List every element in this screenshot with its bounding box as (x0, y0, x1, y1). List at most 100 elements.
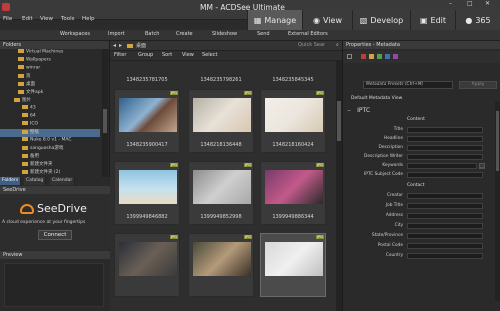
folder-icon (22, 121, 28, 125)
folder-icon (22, 113, 28, 117)
menu-help[interactable]: Help (82, 16, 95, 22)
folder-item[interactable]: 43 (0, 105, 100, 113)
address-field[interactable] (407, 213, 483, 219)
scroll-thumb[interactable] (496, 111, 499, 171)
toolbar-batch[interactable]: Batch (145, 31, 159, 37)
folder-item-selected[interactable]: 壁纸 (0, 129, 100, 137)
minimize-button[interactable]: – (449, 0, 452, 7)
city-field[interactable] (407, 223, 483, 229)
folder-item[interactable]: 备用 (0, 153, 100, 161)
toolbar-workspaces[interactable]: Workspaces (60, 31, 90, 37)
view-menu[interactable]: View (182, 52, 194, 58)
thumbnail[interactable]: JPG 1348218160424 (260, 89, 326, 153)
preview-panel-title: Preview (0, 251, 110, 259)
forward-arrow-icon[interactable]: ▸ (119, 42, 122, 49)
back-arrow-icon[interactable]: ◂ (113, 42, 116, 49)
keywords-field[interactable] (407, 163, 477, 169)
connect-button[interactable]: Connect (38, 230, 72, 240)
thumbnail[interactable]: JPG (260, 233, 326, 297)
mode-365[interactable]: ● 365 (455, 10, 500, 30)
state-province-field[interactable] (407, 233, 483, 239)
postal-code-field[interactable] (407, 243, 483, 249)
scroll-thumb[interactable] (337, 101, 341, 141)
folder-item[interactable]: 文件apk (0, 89, 100, 97)
thumb-caption: 1399949846882 (126, 214, 168, 220)
folder-item[interactable]: Virtual Machines (0, 49, 100, 57)
mode-bar: ▦ Manage ◉ View ▧ Develop ▣ Edit ● 365 (247, 10, 500, 30)
folder-item[interactable]: ICO (0, 121, 100, 129)
iptc-section-header[interactable]: − IPTC (347, 107, 497, 115)
thumbnail[interactable]: JPG (114, 233, 180, 297)
mode-view[interactable]: ◉ View (302, 10, 352, 30)
apply-button[interactable]: Apply (459, 81, 497, 89)
tab-catalog[interactable]: Catalog (24, 177, 47, 185)
cloud-365-icon: ● (465, 15, 473, 25)
field-label: Title (393, 127, 403, 132)
metadata-view-select[interactable]: Default Metadata View (351, 96, 402, 101)
mode-manage[interactable]: ▦ Manage (247, 10, 302, 30)
tab-folders[interactable]: Folders (0, 177, 22, 185)
tab-calendar[interactable]: Calendar (50, 177, 76, 185)
path-breadcrumb[interactable]: 桌面 (136, 42, 146, 49)
search-input[interactable]: Quick Sear (298, 42, 338, 48)
color-label-icon[interactable] (377, 54, 382, 59)
close-button[interactable]: ✕ (485, 0, 490, 7)
toolbar-send[interactable]: Send (257, 31, 270, 37)
thumbnail[interactable]: JPG 1399949886344 (260, 161, 326, 225)
toolbar-slideshow[interactable]: Slideshow (212, 31, 237, 37)
menu-tools[interactable]: Tools (61, 16, 75, 22)
toolbar-external-editors[interactable]: External Editors (288, 31, 328, 37)
folder-item[interactable]: 新建文件夹 (2) (0, 169, 100, 177)
country-field[interactable] (407, 253, 483, 259)
folder-item[interactable]: winrar (0, 65, 100, 73)
thumbnail[interactable]: JPG 1399949846882 (114, 161, 180, 225)
filter-menu[interactable]: Filter (114, 52, 126, 58)
window-controls: – □ ✕ (446, 0, 500, 10)
maximize-button[interactable]: □ (467, 0, 473, 7)
creator-field[interactable] (407, 193, 483, 199)
title-field[interactable] (407, 127, 483, 133)
color-label-icon[interactable] (369, 54, 374, 59)
iptc-subject-code-field[interactable] (407, 172, 483, 178)
folder-item[interactable]: 新建文件夹 (0, 161, 100, 169)
thumbnail[interactable]: JPG (188, 233, 254, 297)
folder-item[interactable]: Nuke 8.0 v1 - MAC (0, 137, 100, 145)
field-label: IPTC Subject Code (363, 172, 403, 177)
color-label-icon[interactable] (385, 54, 390, 59)
group-menu[interactable]: Group (138, 52, 153, 58)
scroll-thumb[interactable] (103, 109, 107, 133)
mode-edit[interactable]: ▣ Edit (410, 10, 455, 30)
toolbar-import[interactable]: Import (108, 31, 125, 37)
folder-item[interactable]: Wallpapers (0, 57, 100, 65)
description-field[interactable] (407, 145, 483, 151)
checkbox-icon[interactable] (347, 54, 352, 59)
thumbnail[interactable]: JPG 1399949852998 (188, 161, 254, 225)
thumb-caption: 1399949886344 (272, 214, 314, 220)
folder-item[interactable]: 64 (0, 113, 100, 121)
menu-view[interactable]: View (40, 16, 53, 22)
description-writer-field[interactable] (407, 154, 483, 160)
folder-tree-scrollbar[interactable] (102, 49, 108, 177)
folder-item[interactable]: 图片 (0, 97, 100, 105)
menu-file[interactable]: File (3, 16, 12, 22)
folder-item[interactable]: 桌面 (0, 81, 100, 89)
metadata-presets-dropdown[interactable]: Metadata Presets (Ctrl+M) (363, 81, 453, 89)
toolbar-create[interactable]: Create (176, 31, 193, 37)
properties-scrollbar[interactable] (495, 101, 500, 301)
thumbnail[interactable]: JPG 1348218136448 (188, 89, 254, 153)
headline-field[interactable] (407, 136, 483, 142)
keywords-browse-button[interactable]: … (479, 163, 485, 169)
thumbnail[interactable]: JPG 1348235900417 (114, 89, 180, 153)
job-title-field[interactable] (407, 203, 483, 209)
folder-item[interactable]: sanguosha游戏 (0, 145, 100, 153)
properties-panel-title: Properties - Metadata (343, 41, 500, 49)
mode-develop[interactable]: ▧ Develop (352, 10, 410, 30)
color-label-icon[interactable] (361, 54, 366, 59)
folder-item[interactable]: 资 (0, 73, 100, 81)
thumbnail-grid: JPG 1348235900417 JPG 1348218136448 JPG 13482… (110, 89, 336, 311)
sort-menu[interactable]: Sort (162, 52, 172, 58)
menu-edit[interactable]: Edit (22, 16, 33, 22)
color-label-icon[interactable] (393, 54, 398, 59)
search-icon[interactable]: ⌕ (336, 42, 339, 48)
select-menu[interactable]: Select (202, 52, 217, 58)
